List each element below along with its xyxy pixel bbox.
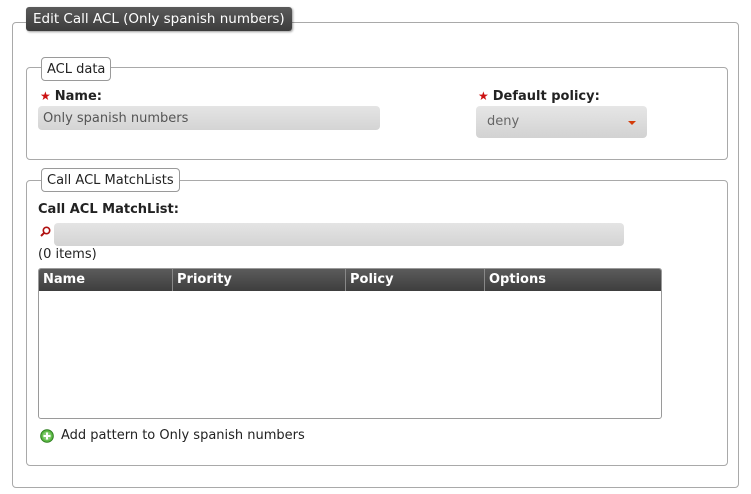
- matchlists-legend: Call ACL MatchLists: [41, 168, 180, 192]
- grid-header: Name Priority Policy Options: [39, 269, 661, 291]
- column-header-options[interactable]: Options: [485, 269, 661, 291]
- matchlist-label: Call ACL MatchList:: [38, 202, 179, 217]
- caret-down-icon: [628, 121, 636, 125]
- required-star-icon: ★: [40, 89, 51, 103]
- add-pattern-label: Add pattern to Only spanish numbers: [61, 428, 305, 443]
- default-policy-select[interactable]: deny: [476, 106, 647, 138]
- matchlist-grid: Name Priority Policy Options: [38, 268, 662, 419]
- name-label: Name:: [54, 89, 102, 104]
- policy-label: Default policy:: [492, 89, 600, 104]
- grid-body: [39, 291, 661, 418]
- required-star-icon: ★: [478, 89, 489, 103]
- search-icon[interactable]: [40, 226, 51, 237]
- column-header-name[interactable]: Name: [39, 269, 173, 291]
- add-pattern-link[interactable]: Add pattern to Only spanish numbers: [40, 428, 305, 443]
- add-circle-icon: [40, 428, 54, 443]
- name-input[interactable]: [38, 106, 380, 130]
- item-count: (0 items): [38, 247, 97, 262]
- matchlist-search-input[interactable]: [54, 223, 624, 246]
- panel-title: Edit Call ACL (Only spanish numbers): [26, 7, 292, 31]
- policy-label-row: ★ Default policy:: [478, 89, 600, 104]
- default-policy-value: deny: [487, 114, 520, 129]
- column-header-policy[interactable]: Policy: [346, 269, 485, 291]
- name-label-row: ★ Name:: [40, 89, 102, 104]
- acl-data-legend: ACL data: [41, 57, 112, 81]
- column-header-priority[interactable]: Priority: [173, 269, 346, 291]
